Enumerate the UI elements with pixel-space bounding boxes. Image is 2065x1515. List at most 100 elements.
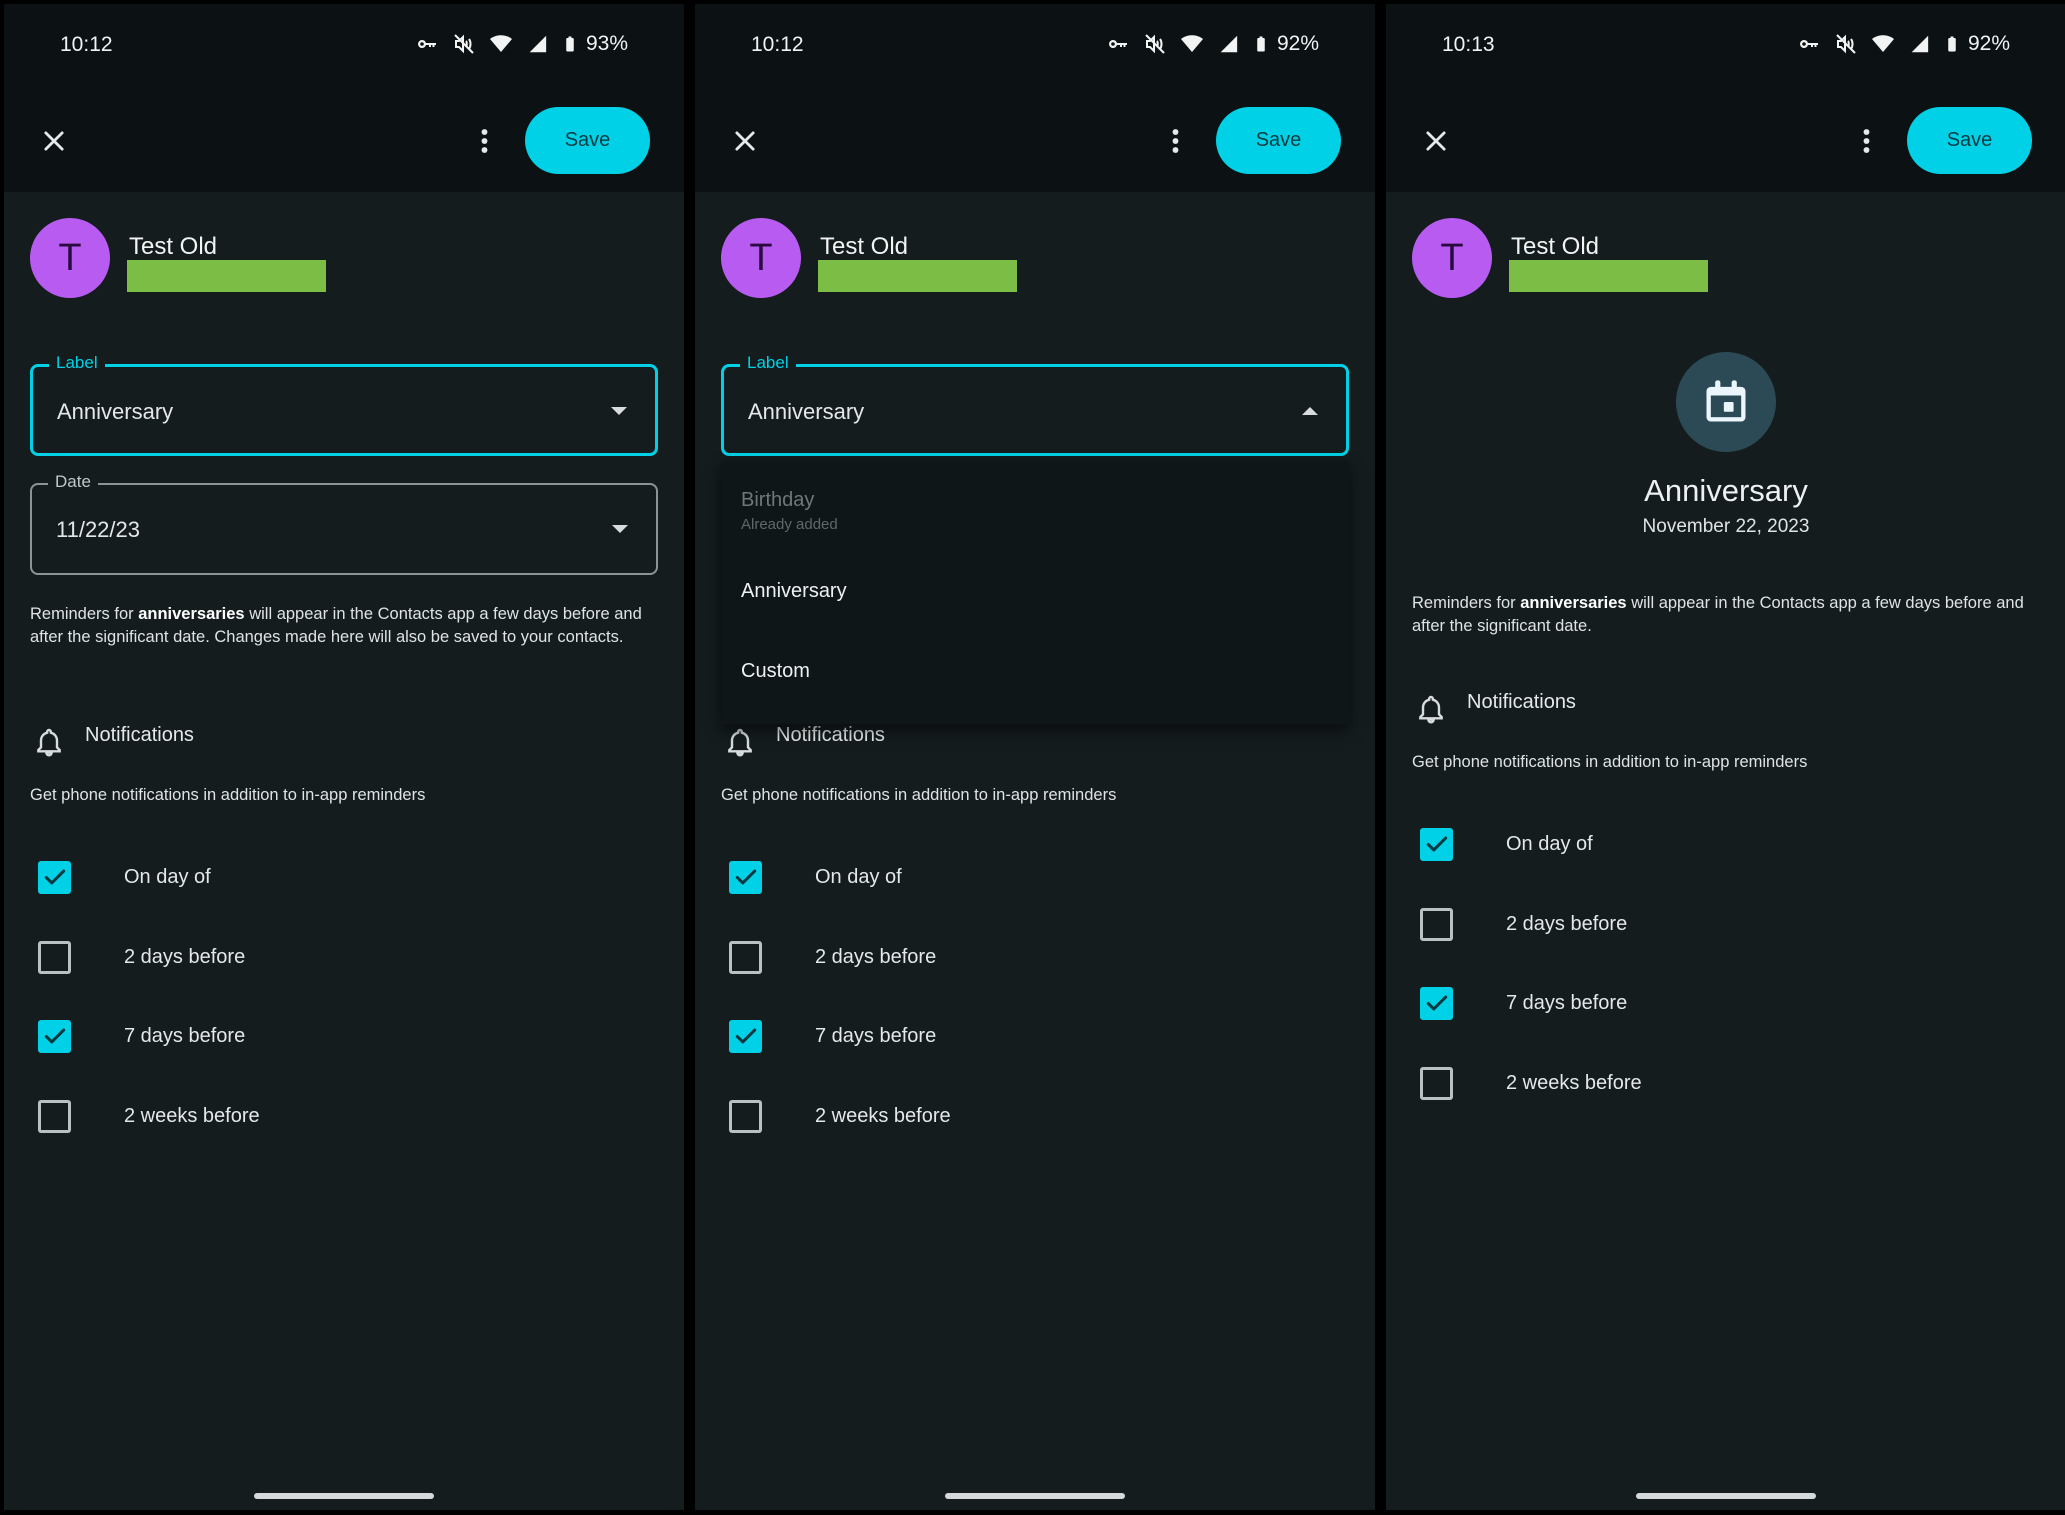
status-icons: 92% <box>1797 31 2010 57</box>
battery-percent: 93% <box>585 32 628 55</box>
save-button[interactable]: Save <box>1907 107 2032 174</box>
menu-item-custom[interactable]: Custom <box>741 660 810 683</box>
menu-item-anniversary[interactable]: Anniversary <box>741 580 847 603</box>
signal-icon <box>526 33 548 55</box>
phone-screen-2: 10:12 92% Save T Test Old Label Annivers… <box>695 4 1375 1510</box>
label-dropdown[interactable]: Label Anniversary <box>30 353 658 456</box>
phone-screen-1: 10:12 93% Save T Test Old Label Annivers… <box>4 4 684 1510</box>
menu-item-label: Custom <box>741 660 810 682</box>
checkbox-checked[interactable] <box>38 1019 71 1053</box>
more-options-button[interactable] <box>1854 121 1878 161</box>
label-field-value: Anniversary <box>57 399 174 424</box>
signal-icon <box>1217 33 1239 55</box>
redacted-block <box>127 260 326 292</box>
wifi-icon <box>1180 32 1204 56</box>
date-field-value: 11/22/23 <box>56 517 141 542</box>
bell-icon <box>33 725 65 759</box>
avatar: T <box>721 218 801 298</box>
more-vert-icon <box>480 127 489 155</box>
option-label: On day of <box>124 865 211 888</box>
checkbox-unchecked[interactable] <box>729 1099 762 1133</box>
check-icon <box>733 1023 759 1049</box>
dropdown-arrow-icon <box>611 407 627 415</box>
wifi-icon <box>1871 32 1895 56</box>
checkbox-checked[interactable] <box>38 860 71 894</box>
dropdown-arrow-up-icon <box>1302 407 1318 415</box>
info-prefix: Reminders for <box>1412 594 1521 612</box>
checkbox-unchecked[interactable] <box>1420 907 1453 941</box>
option-2-days-before[interactable]: 2 days before <box>729 937 936 977</box>
gesture-nav-bar[interactable] <box>1636 1493 1816 1499</box>
gesture-nav-bar[interactable] <box>254 1493 434 1499</box>
gesture-nav-bar[interactable] <box>945 1493 1125 1499</box>
battery-icon <box>1252 31 1270 57</box>
status-icons: 92% <box>1106 31 1319 57</box>
menu-item-sublabel: Already added <box>741 516 838 533</box>
battery-icon <box>561 31 579 57</box>
mute-icon <box>1143 32 1167 56</box>
option-on-day-of[interactable]: On day of <box>729 857 902 897</box>
close-icon <box>40 127 68 155</box>
status-icons: 93% <box>415 31 628 57</box>
phone-screen-3: 10:13 92% Save T Test Old Anniversary No… <box>1386 4 2065 1510</box>
save-button[interactable]: Save <box>1216 107 1341 174</box>
check-icon <box>1424 990 1450 1016</box>
event-date: November 22, 2023 <box>1642 516 1810 537</box>
battery-percent: 92% <box>1967 32 2010 55</box>
checkbox-unchecked[interactable] <box>38 1099 71 1133</box>
more-options-button[interactable] <box>472 121 496 161</box>
label-dropdown[interactable]: Label Anniversary <box>721 353 1349 456</box>
vpn-key-icon <box>1106 32 1130 56</box>
info-bold: anniversaries <box>1520 594 1627 612</box>
option-2-weeks-before[interactable]: 2 weeks before <box>729 1096 951 1136</box>
option-label: 2 weeks before <box>1506 1071 1642 1094</box>
bell-icon <box>1415 692 1447 726</box>
checkbox-checked[interactable] <box>1420 986 1453 1020</box>
more-options-button[interactable] <box>1163 121 1187 161</box>
reminder-info-text: Reminders for anniversaries will appear … <box>30 603 660 649</box>
check-icon <box>733 864 759 890</box>
dropdown-arrow-icon <box>612 525 628 533</box>
contact-name: Test Old <box>1511 233 1600 260</box>
option-2-weeks-before[interactable]: 2 weeks before <box>38 1096 260 1136</box>
option-label: 2 days before <box>124 945 246 968</box>
close-button[interactable] <box>725 121 765 161</box>
notifications-title: Notifications <box>776 724 885 746</box>
more-vert-icon <box>1171 127 1180 155</box>
option-on-day-of[interactable]: On day of <box>1420 824 1593 864</box>
redacted-block <box>1509 260 1708 292</box>
info-bold: anniversaries <box>138 605 245 623</box>
option-label: 7 days before <box>124 1024 246 1047</box>
option-label: On day of <box>1506 832 1593 855</box>
close-button[interactable] <box>34 121 74 161</box>
option-2-days-before[interactable]: 2 days before <box>1420 904 1627 944</box>
checkbox-checked[interactable] <box>729 860 762 894</box>
date-field[interactable]: Date 11/22/23 <box>30 472 658 575</box>
mute-icon <box>452 32 476 56</box>
option-label: 2 days before <box>1506 912 1628 935</box>
vpn-key-icon <box>1797 32 1821 56</box>
save-button[interactable]: Save <box>525 107 650 174</box>
option-on-day-of[interactable]: On day of <box>38 857 211 897</box>
option-7-days-before[interactable]: 7 days before <box>1420 983 1627 1023</box>
checkbox-unchecked[interactable] <box>38 940 71 974</box>
notifications-subtitle: Get phone notifications in addition to i… <box>1412 753 1808 771</box>
more-vert-icon <box>1862 127 1871 155</box>
vpn-key-icon <box>415 32 439 56</box>
option-7-days-before[interactable]: 7 days before <box>38 1016 245 1056</box>
option-2-weeks-before[interactable]: 2 weeks before <box>1420 1063 1642 1103</box>
event-icon-circle <box>1676 352 1776 452</box>
checkbox-checked[interactable] <box>729 1019 762 1053</box>
close-icon <box>1422 127 1450 155</box>
checkbox-unchecked[interactable] <box>1420 1066 1453 1100</box>
checkbox-checked[interactable] <box>1420 827 1453 861</box>
reminder-info-text: Reminders for anniversaries will appear … <box>1412 592 2042 638</box>
avatar: T <box>30 218 110 298</box>
checkbox-unchecked[interactable] <box>729 940 762 974</box>
option-2-days-before[interactable]: 2 days before <box>38 937 245 977</box>
close-button[interactable] <box>1416 121 1456 161</box>
avatar: T <box>1412 218 1492 298</box>
mute-icon <box>1834 32 1858 56</box>
option-7-days-before[interactable]: 7 days before <box>729 1016 936 1056</box>
notifications-subtitle: Get phone notifications in addition to i… <box>721 786 1117 804</box>
